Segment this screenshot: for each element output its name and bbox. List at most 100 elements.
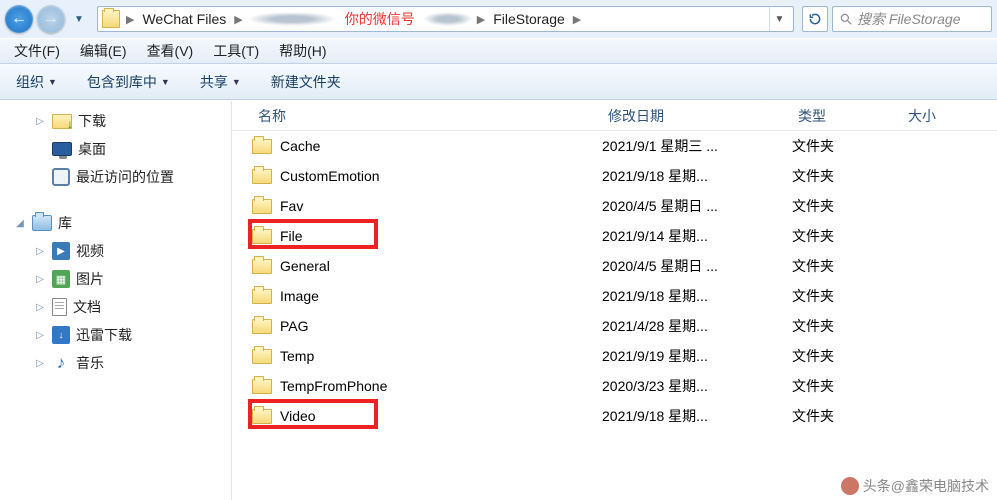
chevron-down-icon: ▼ bbox=[48, 77, 57, 87]
search-icon bbox=[839, 12, 853, 26]
file-type: 文件夹 bbox=[792, 136, 902, 156]
menu-view[interactable]: 查看(V) bbox=[139, 39, 202, 63]
folder-icon bbox=[252, 199, 272, 214]
menu-help[interactable]: 帮助(H) bbox=[271, 39, 334, 63]
refresh-icon bbox=[808, 12, 822, 26]
table-row[interactable]: Temp2021/9/19 星期...文件夹 bbox=[232, 341, 997, 371]
file-date: 2021/9/1 星期三 ... bbox=[602, 136, 792, 156]
file-name: Image bbox=[280, 288, 319, 304]
table-row[interactable]: Image 2021/9/18 星期...文件夹 bbox=[232, 281, 997, 311]
address-bar[interactable]: ▶ WeChat Files ▶ 你的微信号 ▶ FileStorage ▶ ▼ bbox=[97, 6, 794, 32]
file-name: Temp bbox=[280, 348, 314, 364]
organize-button[interactable]: 组织▼ bbox=[10, 69, 63, 95]
breadcrumb-item[interactable]: WeChat Files bbox=[136, 7, 232, 31]
file-date: 2021/9/18 星期... bbox=[602, 286, 792, 306]
forward-button[interactable]: → bbox=[37, 5, 65, 33]
column-size[interactable]: 大小 bbox=[902, 106, 997, 126]
expand-icon[interactable]: ▷ bbox=[34, 330, 46, 341]
back-button[interactable]: ← bbox=[5, 5, 33, 33]
desktop-icon bbox=[52, 142, 72, 156]
file-name: General bbox=[280, 258, 330, 274]
navigation-bar: ← → ▼ ▶ WeChat Files ▶ 你的微信号 ▶ FileStora… bbox=[0, 0, 997, 38]
file-type: 文件夹 bbox=[792, 226, 902, 246]
table-row[interactable]: TempFromPhone2020/3/23 星期...文件夹 bbox=[232, 371, 997, 401]
column-name[interactable]: 名称 bbox=[252, 106, 602, 126]
table-row[interactable]: Video2021/9/18 星期...文件夹 bbox=[232, 401, 997, 431]
sidebar-item-pictures[interactable]: ▷▦图片 bbox=[6, 265, 231, 293]
table-row[interactable]: CustomEmotion2021/9/18 星期...文件夹 bbox=[232, 161, 997, 191]
table-row[interactable]: Cache 2021/9/1 星期三 ...文件夹 bbox=[232, 131, 997, 161]
file-type: 文件夹 bbox=[792, 196, 902, 216]
include-library-button[interactable]: 包含到库中▼ bbox=[81, 69, 176, 95]
collapse-icon[interactable]: ◢ bbox=[14, 218, 26, 229]
table-row[interactable]: Fav 2020/4/5 星期日 ...文件夹 bbox=[232, 191, 997, 221]
table-row[interactable]: PAG2021/4/28 星期...文件夹 bbox=[232, 311, 997, 341]
watermark: 头条@鑫荣电脑技术 bbox=[841, 476, 989, 496]
redacted-smudge bbox=[247, 12, 337, 26]
share-button[interactable]: 共享▼ bbox=[194, 69, 247, 95]
expand-icon[interactable]: ▷ bbox=[34, 116, 46, 127]
new-folder-button[interactable]: 新建文件夹 bbox=[265, 69, 347, 95]
file-date: 2021/9/19 星期... bbox=[602, 346, 792, 366]
breadcrumb-separator: ▶ bbox=[571, 13, 583, 26]
file-name: TempFromPhone bbox=[280, 378, 387, 394]
chevron-down-icon: ▼ bbox=[232, 77, 241, 87]
breadcrumb-annotation: 你的微信号 bbox=[339, 7, 421, 31]
sidebar-item-music[interactable]: ▷♪音乐 bbox=[6, 349, 231, 377]
folder-icon bbox=[252, 379, 272, 394]
library-icon bbox=[32, 215, 52, 231]
folder-icon bbox=[102, 10, 120, 28]
file-name: Fav bbox=[280, 198, 303, 214]
expand-icon[interactable]: ▷ bbox=[34, 358, 46, 369]
file-date: 2020/4/5 星期日 ... bbox=[602, 196, 792, 216]
menu-edit[interactable]: 编辑(E) bbox=[72, 39, 135, 63]
folder-icon bbox=[252, 289, 272, 304]
column-type[interactable]: 类型 bbox=[792, 106, 902, 126]
sidebar-item-xunlei[interactable]: ▷↓迅雷下载 bbox=[6, 321, 231, 349]
file-date: 2021/9/18 星期... bbox=[602, 166, 792, 186]
menu-bar: 文件(F) 编辑(E) 查看(V) 工具(T) 帮助(H) bbox=[0, 38, 997, 64]
address-dropdown[interactable]: ▼ bbox=[769, 7, 789, 31]
table-row[interactable]: File2021/9/14 星期...文件夹 bbox=[232, 221, 997, 251]
column-headers: 名称 修改日期 类型 大小 bbox=[232, 101, 997, 131]
expand-icon[interactable]: ▷ bbox=[34, 274, 46, 285]
sidebar-item-documents[interactable]: ▷文档 bbox=[6, 293, 231, 321]
breadcrumb-separator: ▶ bbox=[124, 13, 136, 26]
breadcrumb-separator: ▶ bbox=[232, 13, 244, 26]
sidebar-item-videos[interactable]: ▷▶视频 bbox=[6, 237, 231, 265]
file-type: 文件夹 bbox=[792, 406, 902, 426]
table-row[interactable]: General2020/4/5 星期日 ...文件夹 bbox=[232, 251, 997, 281]
avatar-icon bbox=[841, 477, 859, 495]
expand-icon[interactable]: ▷ bbox=[34, 246, 46, 257]
sidebar-item-libraries[interactable]: ◢库 bbox=[6, 209, 231, 237]
file-name: Cache bbox=[280, 138, 320, 154]
file-type: 文件夹 bbox=[792, 256, 902, 276]
folder-icon bbox=[252, 229, 272, 244]
menu-tools[interactable]: 工具(T) bbox=[205, 39, 267, 63]
folder-icon bbox=[252, 319, 272, 334]
file-date: 2021/4/28 星期... bbox=[602, 316, 792, 336]
refresh-button[interactable] bbox=[802, 6, 828, 32]
folder-icon bbox=[252, 169, 272, 184]
file-name: File bbox=[280, 228, 303, 244]
search-input[interactable]: 搜索 FileStorage bbox=[832, 6, 992, 32]
expand-icon[interactable]: ▷ bbox=[34, 302, 46, 313]
breadcrumb-separator: ▶ bbox=[475, 13, 487, 26]
column-date[interactable]: 修改日期 bbox=[602, 106, 792, 126]
redacted-smudge bbox=[423, 12, 473, 26]
breadcrumb-item[interactable]: FileStorage bbox=[487, 7, 571, 31]
menu-file[interactable]: 文件(F) bbox=[6, 39, 68, 63]
file-type: 文件夹 bbox=[792, 316, 902, 336]
sidebar-item-desktop[interactable]: 桌面 bbox=[6, 135, 231, 163]
file-date: 2021/9/18 星期... bbox=[602, 406, 792, 426]
file-date: 2020/3/23 星期... bbox=[602, 376, 792, 396]
search-placeholder: 搜索 FileStorage bbox=[857, 9, 960, 29]
chevron-down-icon: ▼ bbox=[161, 77, 170, 87]
sidebar-item-recent[interactable]: 最近访问的位置 bbox=[6, 163, 231, 191]
folder-icon bbox=[252, 139, 272, 154]
file-name: CustomEmotion bbox=[280, 168, 380, 184]
recent-locations-dropdown[interactable]: ▼ bbox=[69, 9, 89, 29]
sidebar-item-downloads[interactable]: ▷下载 bbox=[6, 107, 231, 135]
file-type: 文件夹 bbox=[792, 286, 902, 306]
video-icon: ▶ bbox=[52, 242, 70, 260]
